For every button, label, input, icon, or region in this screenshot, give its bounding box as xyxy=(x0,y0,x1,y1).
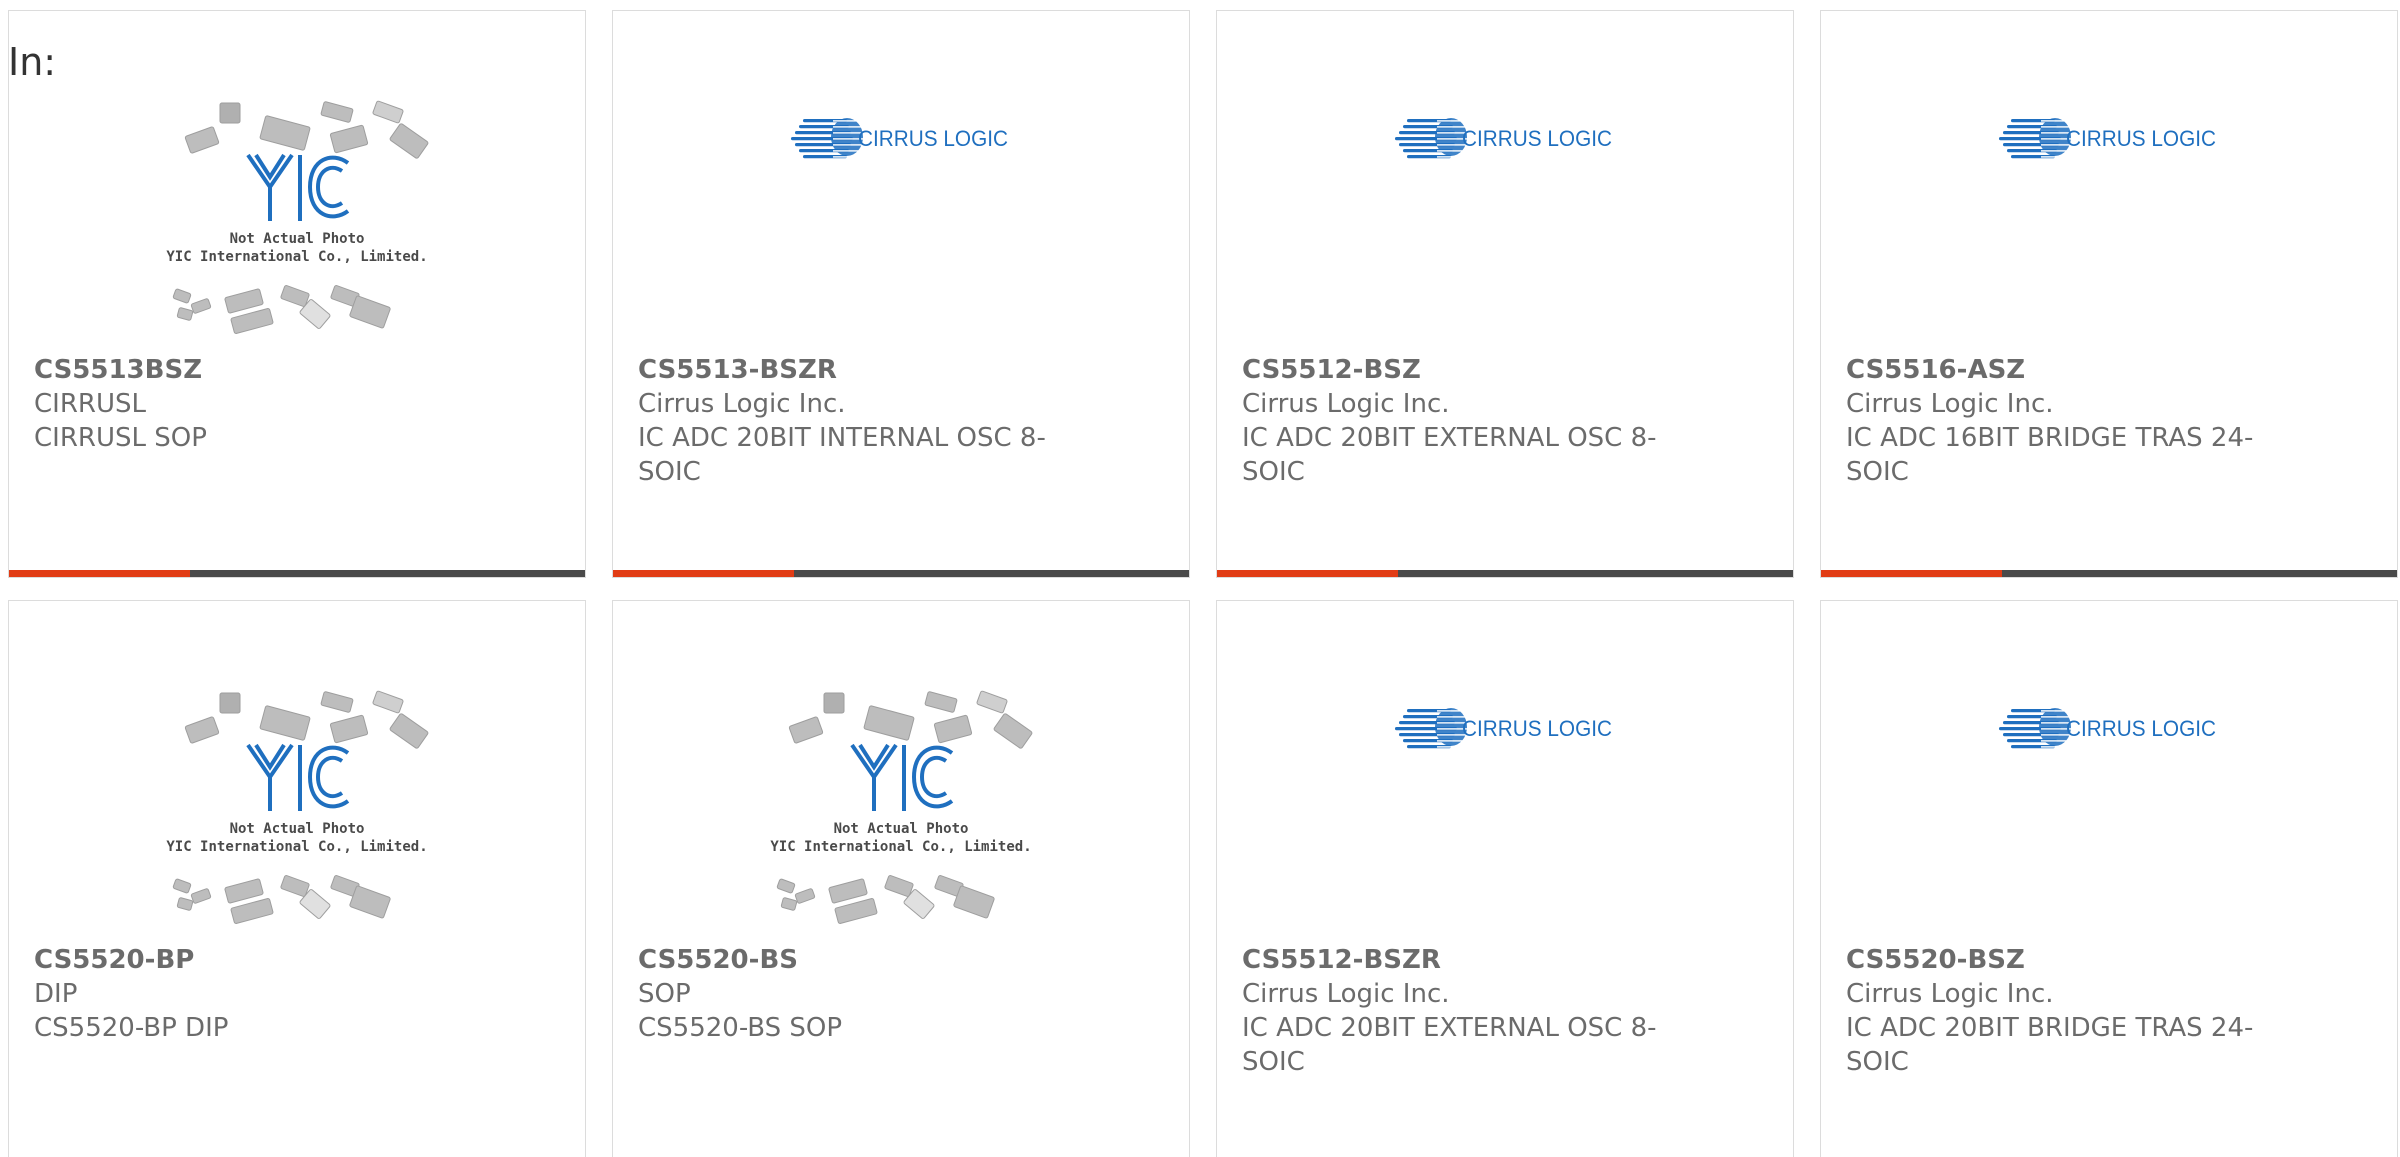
product-photo[interactable]: CIRRUS LOGIC xyxy=(1821,91,2397,351)
cirrus-logic-logo: CIRRUS LOGIC xyxy=(791,118,1008,159)
placeholder-caption-line1: Not Actual Photo xyxy=(230,231,365,247)
description: IC ADC 20BIT EXTERNAL OSC 8-SOIC xyxy=(1242,1013,1657,1077)
card-footer-bar xyxy=(1217,570,1793,577)
placeholder-caption-line2: YIC International Co., Limited. xyxy=(166,249,427,265)
product-card[interactable]: CIRRUS LOGIC CS5513-BSZR Cirrus Logic In… xyxy=(612,10,1190,578)
placeholder-caption-line1: Not Actual Photo xyxy=(230,821,365,837)
product-info: CS5520-BS SOP CS5520-BS SOP xyxy=(638,943,1058,1045)
product-card[interactable]: CIRRUS LOGIC CS5512-BSZR Cirrus Logic In… xyxy=(1216,600,1794,1157)
placeholder-chips-image: Not Actual Photo YIC International Co., L… xyxy=(770,690,1033,924)
manufacturer: DIP xyxy=(34,979,78,1009)
description: IC ADC 20BIT BRIDGE TRAS 24-SOIC xyxy=(1846,1013,2254,1077)
description: CS5520-BS SOP xyxy=(638,1013,843,1043)
placeholder-caption-line2: YIC International Co., Limited. xyxy=(166,839,427,855)
product-card[interactable]: CIRRUS LOGIC CS5520-BSZ Cirrus Logic Inc… xyxy=(1820,600,2398,1157)
cirrus-logic-logo: CIRRUS LOGIC xyxy=(1395,118,1612,159)
brand-logo-text: CIRRUS LOGIC xyxy=(2066,126,2216,151)
cirrus-logic-logo: CIRRUS LOGIC xyxy=(1999,118,2216,159)
cirrus-logic-logo: CIRRUS LOGIC xyxy=(1999,708,2216,749)
placeholder-caption-line1: Not Actual Photo xyxy=(834,821,969,837)
brand-logo-text: CIRRUS LOGIC xyxy=(1462,716,1612,741)
description: CIRRUSL SOP xyxy=(34,423,207,453)
product-card[interactable]: Not Actual Photo YIC International Co., L… xyxy=(612,600,1190,1157)
brand-logo-text: CIRRUS LOGIC xyxy=(858,126,1008,151)
manufacturer: Cirrus Logic Inc. xyxy=(1846,979,2054,1009)
product-info: CS5513BSZ CIRRUSL CIRRUSL SOP xyxy=(34,353,454,455)
description: IC ADC 20BIT INTERNAL OSC 8-SOIC xyxy=(638,423,1046,487)
manufacturer: Cirrus Logic Inc. xyxy=(1846,389,2054,419)
description: IC ADC 16BIT BRIDGE TRAS 24-SOIC xyxy=(1846,423,2254,487)
manufacturer: Cirrus Logic Inc. xyxy=(638,389,846,419)
part-number-link[interactable]: CS5512-BSZ xyxy=(1242,353,1662,387)
placeholder-chips-image: Not Actual Photo YIC International Co., L… xyxy=(166,690,429,924)
card-footer-bar xyxy=(1821,570,2397,577)
part-number-link[interactable]: CS5520-BP xyxy=(34,943,454,977)
product-photo[interactable]: CIRRUS LOGIC xyxy=(613,91,1189,351)
card-footer-bar xyxy=(613,570,1189,577)
cirrus-logic-logo: CIRRUS LOGIC xyxy=(1395,708,1612,749)
manufacturer: Cirrus Logic Inc. xyxy=(1242,979,1450,1009)
product-photo[interactable]: CIRRUS LOGIC xyxy=(1217,91,1793,351)
product-card[interactable]: Not Actual Photo YIC International Co., L… xyxy=(8,600,586,1157)
part-number-link[interactable]: CS5516-ASZ xyxy=(1846,353,2266,387)
product-photo[interactable]: Not Actual Photo YIC International Co., L… xyxy=(9,91,585,351)
product-info: CS5520-BP DIP CS5520-BP DIP xyxy=(34,943,454,1045)
placeholder-caption-line2: YIC International Co., Limited. xyxy=(770,839,1031,855)
brand-logo-text: CIRRUS LOGIC xyxy=(2066,716,2216,741)
manufacturer: SOP xyxy=(638,979,691,1009)
placeholder-chips-image: Not Actual Photo YIC International Co., L… xyxy=(166,100,429,334)
product-photo[interactable]: CIRRUS LOGIC xyxy=(1821,681,2397,941)
manufacturer: CIRRUSL xyxy=(34,389,146,419)
part-number-link[interactable]: CS5512-BSZR xyxy=(1242,943,1662,977)
product-card[interactable]: Not Actual Photo YIC International Co., L… xyxy=(8,10,586,578)
product-photo[interactable]: Not Actual Photo YIC International Co., L… xyxy=(9,681,585,941)
brand-logo-text: CIRRUS LOGIC xyxy=(1462,126,1612,151)
product-info: CS5513-BSZR Cirrus Logic Inc. IC ADC 20B… xyxy=(638,353,1058,489)
part-number-link[interactable]: CS5520-BS xyxy=(638,943,1058,977)
product-info: CS5516-ASZ Cirrus Logic Inc. IC ADC 16BI… xyxy=(1846,353,2266,489)
product-photo[interactable]: Not Actual Photo YIC International Co., L… xyxy=(613,681,1189,941)
part-number-link[interactable]: CS5513BSZ xyxy=(34,353,454,387)
description: IC ADC 20BIT EXTERNAL OSC 8-SOIC xyxy=(1242,423,1657,487)
card-footer-bar xyxy=(9,570,585,577)
part-number-link[interactable]: CS5520-BSZ xyxy=(1846,943,2266,977)
description: CS5520-BP DIP xyxy=(34,1013,229,1043)
product-info: CS5520-BSZ Cirrus Logic Inc. IC ADC 20BI… xyxy=(1846,943,2266,1079)
part-number-link[interactable]: CS5513-BSZR xyxy=(638,353,1058,387)
product-card[interactable]: CIRRUS LOGIC CS5516-ASZ Cirrus Logic Inc… xyxy=(1820,10,2398,578)
manufacturer: Cirrus Logic Inc. xyxy=(1242,389,1450,419)
product-card[interactable]: CIRRUS LOGIC CS5512-BSZ Cirrus Logic Inc… xyxy=(1216,10,1794,578)
filter-label: In: xyxy=(8,40,57,84)
product-info: CS5512-BSZ Cirrus Logic Inc. IC ADC 20BI… xyxy=(1242,353,1662,489)
product-info: CS5512-BSZR Cirrus Logic Inc. IC ADC 20B… xyxy=(1242,943,1662,1079)
product-photo[interactable]: CIRRUS LOGIC xyxy=(1217,681,1793,941)
